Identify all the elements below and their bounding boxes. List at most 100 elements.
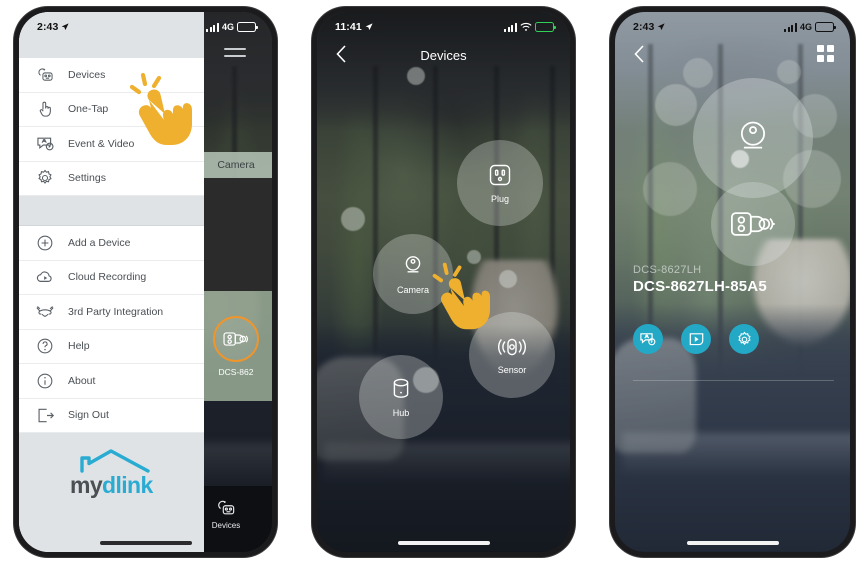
question-circle-icon — [35, 336, 55, 356]
menu-item-label: Event & Video — [68, 137, 135, 150]
mydlink-wordmark: mydlink — [60, 474, 162, 497]
wifi-icon — [520, 22, 532, 31]
phone-1-side-menu: Camera DCS-862 Devices Devices One-Tap E… — [14, 7, 277, 557]
drawer-section-divider — [19, 196, 204, 226]
menu-item-add-a-device[interactable]: Add a Device — [19, 226, 204, 261]
handshake-icon — [35, 302, 55, 322]
bokeh-dot — [655, 84, 697, 126]
chevron-left-icon[interactable] — [332, 43, 352, 65]
home-indicator — [99, 541, 192, 545]
status-indicators — [503, 22, 556, 32]
location-arrow-icon — [62, 23, 70, 31]
menu-item-label: Cloud Recording — [68, 271, 147, 284]
status-indicators: 4G — [205, 22, 258, 32]
menu-item-help[interactable]: Help — [19, 330, 204, 364]
status-network: 4G — [221, 22, 234, 32]
menu-item-label: Help — [68, 340, 90, 353]
device-type-label: Camera — [396, 285, 429, 295]
bokeh-dot — [643, 162, 697, 216]
menu-item-sign-out[interactable]: Sign Out — [19, 399, 204, 433]
battery-icon — [815, 22, 836, 32]
phone-1-status-bar: 2:43 4G — [19, 12, 272, 38]
status-indicators: 4G — [783, 22, 836, 32]
status-time: 11:41 — [335, 21, 362, 33]
drawer-footer: mydlink — [19, 433, 204, 552]
playback-button[interactable] — [681, 324, 711, 354]
camera-device-bubble — [711, 182, 795, 266]
device-full-name: DCS-8627LH-85A5 — [633, 278, 767, 295]
bokeh-dot — [731, 150, 749, 168]
device-type-plug[interactable]: Plug — [457, 140, 543, 226]
section-divider — [633, 380, 834, 381]
playback-icon — [689, 333, 703, 346]
hamburger-menu-icon[interactable] — [224, 48, 246, 62]
menu-item-cloud-recording[interactable]: Cloud Recording — [19, 261, 204, 295]
plug-outlet-icon — [489, 164, 511, 186]
status-network: 4G — [799, 22, 812, 32]
menu-item-label: About — [68, 374, 96, 387]
device-type-label: Hub — [392, 408, 410, 418]
home-indicator — [686, 541, 779, 545]
settings-button[interactable] — [729, 324, 759, 354]
menu-item-label: Devices — [68, 68, 106, 81]
phone-3-navbar — [615, 38, 850, 72]
device-title-block: DCS-8627LH DCS-8627LH-85A5 — [633, 264, 767, 295]
location-arrow-icon — [658, 23, 666, 31]
event-video-button[interactable] — [633, 324, 663, 354]
battery-icon — [237, 22, 258, 32]
device-card[interactable]: DCS-862 — [200, 291, 272, 401]
cloud-play-icon — [35, 267, 55, 287]
phone-3-device-detail: DCS-8627LH DCS-8627LH-85A5 2:43 4G — [610, 7, 855, 557]
home-indicator — [397, 541, 490, 545]
tab-devices-label: Devices — [211, 520, 241, 530]
status-time-group: 2:43 — [633, 21, 666, 33]
drawer-secondary-menu: Add a Device Cloud Recording 3rd Party I… — [19, 226, 204, 433]
chevron-left-icon[interactable] — [630, 43, 650, 65]
device-action-buttons — [633, 324, 759, 354]
phone-2-navbar: Devices — [317, 38, 570, 72]
device-card-name: DCS-862 — [218, 366, 254, 377]
tap-hand-cursor — [127, 70, 205, 150]
camera-device-icon — [213, 315, 259, 362]
signal-bars-icon — [783, 22, 797, 32]
phone-3-screen: DCS-8627LH DCS-8627LH-85A5 2:43 4G — [615, 12, 850, 552]
menu-item-settings[interactable]: Settings — [19, 162, 204, 196]
mydlink-logo: mydlink — [60, 449, 162, 552]
camera-preview-panel — [200, 178, 272, 291]
camera-lens-icon — [405, 256, 421, 273]
logo-my: my — [69, 472, 103, 498]
signal-bars-icon — [205, 22, 219, 32]
menu-item-about[interactable]: About — [19, 364, 204, 399]
device-type-label: Sensor — [497, 365, 527, 375]
gear-icon — [35, 168, 55, 188]
bokeh-dot — [413, 367, 439, 393]
status-time-group: 11:41 — [335, 21, 373, 33]
logo-dlink: dlink — [102, 472, 153, 498]
signal-bars-icon — [503, 22, 517, 32]
phone-2-status-bar: 11:41 — [317, 12, 570, 38]
grid-view-icon[interactable] — [817, 45, 834, 62]
screenshot-stage: Camera DCS-862 Devices Devices One-Tap E… — [0, 0, 865, 564]
page-title: Devices — [420, 47, 467, 63]
phone-2-device-types: Devices Plug Camera Sensor Hub 11:41 — [312, 7, 575, 557]
info-circle-icon — [35, 371, 55, 391]
pointing-hand-icon — [432, 262, 490, 330]
menu-item-3rd-party-integration[interactable]: 3rd Party Integration — [19, 295, 204, 330]
plus-circle-icon — [35, 233, 55, 253]
menu-item-label: Add a Device — [68, 236, 131, 249]
menu-item-label: Settings — [68, 172, 106, 185]
bokeh-dot — [341, 207, 365, 231]
menu-item-label: 3rd Party Integration — [68, 305, 164, 318]
status-time: 2:43 — [633, 21, 655, 33]
hub-cylinder-icon — [393, 378, 409, 398]
menu-item-label: One-Tap — [68, 103, 109, 116]
device-model: DCS-8627LH — [633, 264, 702, 276]
sign-out-icon — [35, 405, 55, 425]
gear-icon — [737, 331, 751, 345]
phone-2-screen: Devices Plug Camera Sensor Hub 11:41 — [317, 12, 570, 552]
battery-charging-icon — [535, 22, 556, 32]
camera-lens-bubble — [693, 78, 813, 198]
location-arrow-icon — [365, 23, 373, 31]
section-label-camera: Camera — [200, 152, 272, 178]
status-time-group: 2:43 — [37, 21, 70, 33]
